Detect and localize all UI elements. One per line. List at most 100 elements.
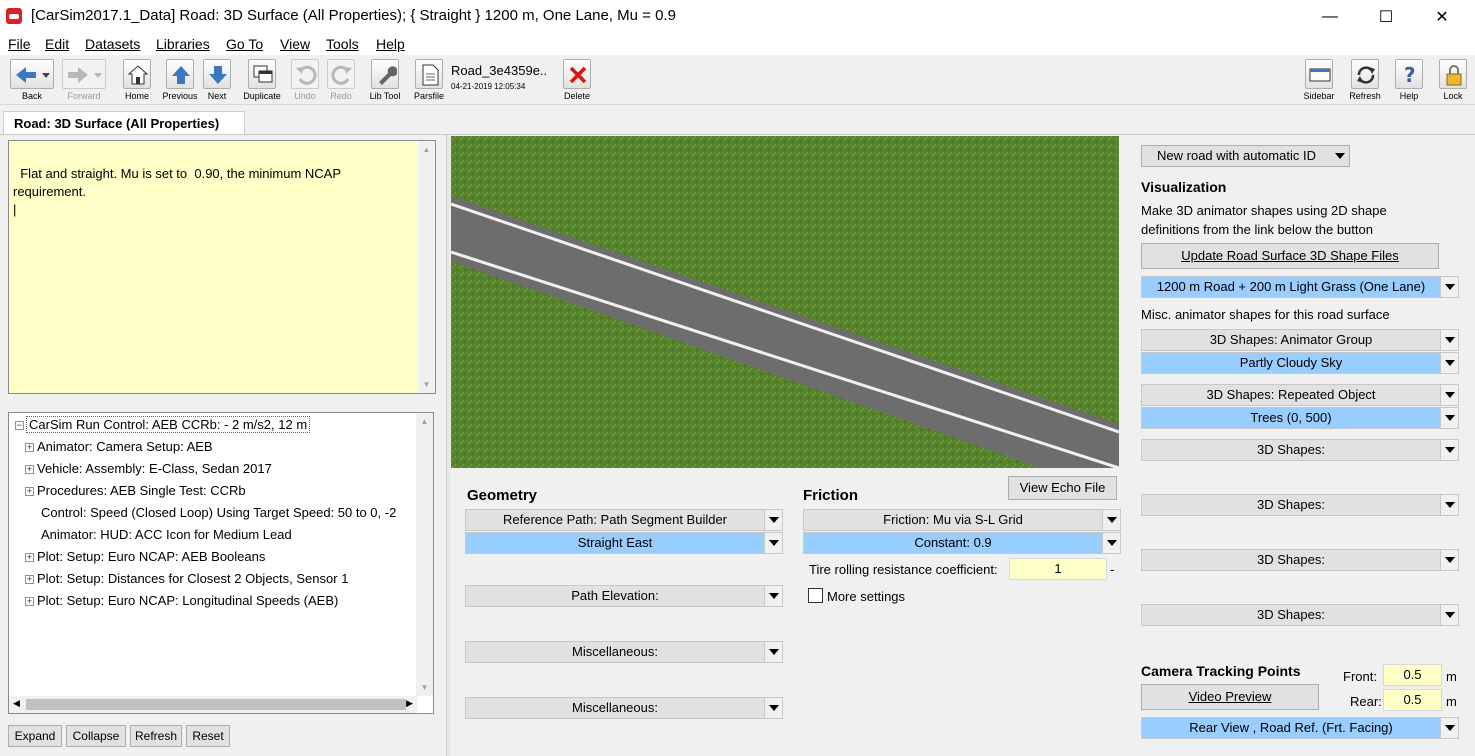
tree-item[interactable]: + Procedures: AEB Single Test: CCRb xyxy=(25,483,246,503)
shape3-dropdown[interactable]: 3D Shapes: xyxy=(1141,439,1459,461)
tree-vscrollbar[interactable]: ▲ ▼ xyxy=(416,413,433,696)
undo-button[interactable]: Undo xyxy=(290,59,320,104)
lock-button[interactable]: Lock xyxy=(1436,59,1470,104)
chevron-down-icon[interactable] xyxy=(1331,146,1349,166)
more-settings-checkbox[interactable] xyxy=(808,588,823,603)
tree-item[interactable]: + Vehicle: Assembly: E-Class, Sedan 2017 xyxy=(25,461,272,481)
miscellaneous-dropdown-2[interactable]: Miscellaneous: xyxy=(465,697,783,719)
expand-icon[interactable]: + xyxy=(25,597,34,606)
back-button[interactable]: Back xyxy=(8,59,56,104)
sidebar-button[interactable]: Sidebar xyxy=(1302,59,1336,104)
chevron-down-icon[interactable] xyxy=(764,698,782,718)
tree-item[interactable]: Animator: HUD: ACC Icon for Medium Lead xyxy=(41,527,292,547)
chevron-down-icon[interactable] xyxy=(1440,277,1458,297)
expand-button[interactable]: Expand xyxy=(8,725,62,747)
menu-tools[interactable]: Tools xyxy=(326,36,359,52)
expand-icon[interactable]: + xyxy=(25,487,34,496)
tree-item[interactable]: + Plot: Setup: Euro NCAP: AEB Booleans xyxy=(25,549,265,569)
menu-goto[interactable]: Go To xyxy=(226,36,263,52)
collapse-button[interactable]: Collapse xyxy=(66,725,126,747)
tree-item[interactable]: + Plot: Setup: Euro NCAP: Longitudinal Sp… xyxy=(25,593,338,613)
miscellaneous-dropdown-1[interactable]: Miscellaneous: xyxy=(465,641,783,663)
next-button[interactable]: Next xyxy=(200,59,234,104)
tree-root[interactable]: − CarSim Run Control: AEB CCRb: - 2 m/s2,… xyxy=(15,416,311,437)
close-button[interactable]: ✕ xyxy=(1414,0,1470,33)
tree-item[interactable]: + Animator: Camera Setup: AEB xyxy=(25,439,213,459)
duplicate-button[interactable]: Duplicate xyxy=(240,59,284,104)
forward-button[interactable]: Forward xyxy=(60,59,108,104)
menu-libraries[interactable]: Libraries xyxy=(156,36,210,52)
minimize-button[interactable]: — xyxy=(1302,0,1358,33)
camera-view-dropdown[interactable]: Rear View , Road Ref. (Frt. Facing) xyxy=(1141,717,1459,739)
collapse-icon[interactable]: − xyxy=(15,421,24,430)
tree-hscrollbar[interactable]: ◀ ▶ xyxy=(9,696,417,713)
scroll-left-icon[interactable]: ◀ xyxy=(13,698,20,709)
chevron-down-icon[interactable] xyxy=(764,586,782,606)
home-button[interactable]: Home xyxy=(120,59,154,104)
view-echo-file-button[interactable]: View Echo File xyxy=(1008,476,1117,500)
rolling-resistance-input[interactable]: 1 xyxy=(1009,558,1107,580)
chevron-down-icon[interactable] xyxy=(1440,408,1458,428)
chevron-down-icon[interactable] xyxy=(1102,510,1120,530)
tab-road-3d-surface[interactable]: Road: 3D Surface (All Properties) xyxy=(3,111,245,135)
scroll-up-icon[interactable]: ▲ xyxy=(416,413,433,430)
reset-button[interactable]: Reset xyxy=(186,725,230,747)
expand-icon[interactable]: + xyxy=(25,553,34,562)
scroll-thumb[interactable] xyxy=(26,699,406,710)
friction-type-dropdown[interactable]: Friction: Mu via S-L Grid xyxy=(803,509,1121,531)
previous-button[interactable]: Previous xyxy=(160,59,200,104)
shape5-dropdown[interactable]: 3D Shapes: xyxy=(1141,549,1459,571)
reference-path-dropdown[interactable]: Reference Path: Path Segment Builder xyxy=(465,509,783,531)
lib-tool-button[interactable]: Lib Tool xyxy=(364,59,406,104)
chevron-down-icon[interactable] xyxy=(764,533,782,553)
delete-button[interactable]: Delete xyxy=(560,59,594,104)
front-input[interactable]: 0.5 xyxy=(1383,664,1442,686)
shape1-value-dropdown[interactable]: Partly Cloudy Sky xyxy=(1141,352,1459,374)
new-road-dropdown[interactable]: New road with automatic ID xyxy=(1141,145,1350,167)
chevron-down-icon[interactable] xyxy=(764,642,782,662)
chevron-down-icon[interactable] xyxy=(1440,330,1458,350)
menu-view[interactable]: View xyxy=(280,36,310,52)
panel-splitter[interactable] xyxy=(446,135,450,756)
tree-item[interactable]: + Plot: Setup: Distances for Closest 2 Ob… xyxy=(25,571,348,591)
rear-input[interactable]: 0.5 xyxy=(1383,689,1442,711)
path-elevation-dropdown[interactable]: Path Elevation: xyxy=(465,585,783,607)
menu-datasets[interactable]: Datasets xyxy=(85,36,140,52)
update-shape-files-button[interactable]: Update Road Surface 3D Shape Files xyxy=(1141,243,1439,269)
chevron-down-icon[interactable] xyxy=(1440,385,1458,405)
menu-edit[interactable]: Edit xyxy=(45,36,69,52)
chevron-down-icon[interactable] xyxy=(1440,550,1458,570)
chevron-down-icon[interactable] xyxy=(1102,533,1120,553)
surface-shape-dropdown[interactable]: 1200 m Road + 200 m Light Grass (One Lan… xyxy=(1141,276,1459,298)
scroll-up-icon[interactable]: ▲ xyxy=(418,141,435,158)
shape2-value-dropdown[interactable]: Trees (0, 500) xyxy=(1141,407,1459,429)
redo-button[interactable]: Redo xyxy=(326,59,356,104)
shape6-dropdown[interactable]: 3D Shapes: xyxy=(1141,604,1459,626)
chevron-down-icon[interactable] xyxy=(1440,353,1458,373)
chevron-down-icon[interactable] xyxy=(1440,605,1458,625)
help-button[interactable]: ? Help xyxy=(1392,59,1426,104)
scroll-down-icon[interactable]: ▼ xyxy=(418,376,435,393)
chevron-down-icon[interactable] xyxy=(764,510,782,530)
friction-value-dropdown[interactable]: Constant: 0.9 xyxy=(803,532,1121,554)
menu-help[interactable]: Help xyxy=(376,36,405,52)
shape4-dropdown[interactable]: 3D Shapes: xyxy=(1141,494,1459,516)
notes-textarea[interactable]: Flat and straight. Mu is set to 0.90, th… xyxy=(8,140,436,394)
menu-file[interactable]: File xyxy=(8,36,31,52)
parsfile-button[interactable]: Parsfile xyxy=(412,59,446,104)
shape2-dropdown[interactable]: 3D Shapes: Repeated Object xyxy=(1141,384,1459,406)
chevron-down-icon[interactable] xyxy=(1440,495,1458,515)
shape1-dropdown[interactable]: 3D Shapes: Animator Group xyxy=(1141,329,1459,351)
maximize-button[interactable]: ☐ xyxy=(1358,0,1414,33)
tree-item[interactable]: Control: Speed (Closed Loop) Using Targe… xyxy=(41,505,396,525)
chevron-down-icon[interactable] xyxy=(1440,440,1458,460)
expand-icon[interactable]: + xyxy=(25,575,34,584)
scroll-down-icon[interactable]: ▼ xyxy=(416,679,433,696)
reference-path-value-dropdown[interactable]: Straight East xyxy=(465,532,783,554)
refresh-toolbar-button[interactable]: Refresh xyxy=(1346,59,1384,104)
expand-icon[interactable]: + xyxy=(25,465,34,474)
chevron-down-icon[interactable] xyxy=(1440,718,1458,738)
tree-refresh-button[interactable]: Refresh xyxy=(130,725,182,747)
video-preview-button[interactable]: Video Preview xyxy=(1141,684,1319,710)
scroll-right-icon[interactable]: ▶ xyxy=(406,698,413,709)
